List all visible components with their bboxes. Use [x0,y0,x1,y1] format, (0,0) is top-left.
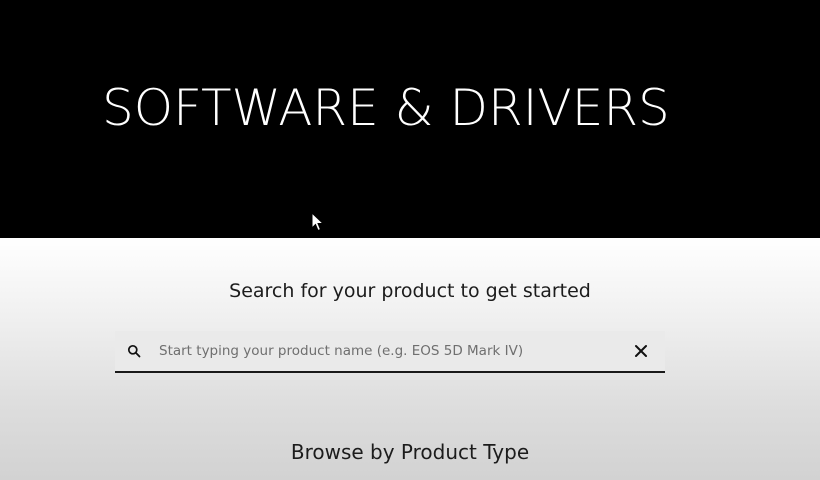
hero-banner: SOFTWARE & DRIVERS [0,0,820,238]
close-icon[interactable] [634,344,648,358]
page-title: SOFTWARE & DRIVERS [102,79,670,137]
search-heading: Search for your product to get started [229,280,591,302]
search-icon[interactable] [127,344,141,358]
search-section: Search for your product to get started B… [0,238,820,480]
browse-heading: Browse by Product Type [290,440,530,464]
product-search-input[interactable] [159,337,619,365]
product-search-box[interactable] [115,331,665,373]
mouse-pointer-icon [311,212,325,232]
